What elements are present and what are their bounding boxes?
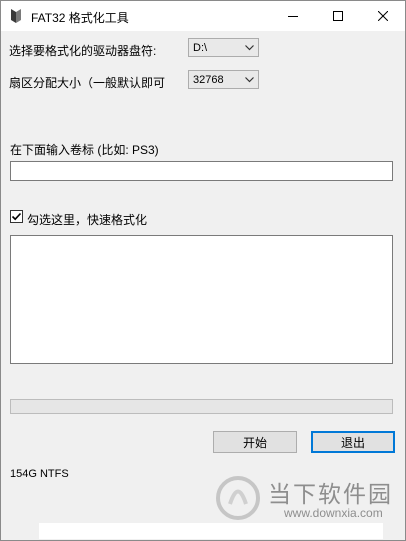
close-button[interactable] xyxy=(360,1,405,31)
bottom-strip xyxy=(39,523,383,539)
drive-select-value: D:\ xyxy=(193,42,208,54)
volume-label-input[interactable] xyxy=(10,161,393,181)
app-icon xyxy=(11,9,21,23)
minimize-icon xyxy=(287,16,298,17)
sector-select[interactable]: 32768 xyxy=(188,70,259,89)
chevron-down-icon xyxy=(245,77,254,83)
title-bar: FAT32 格式化工具 xyxy=(1,1,405,31)
sector-label: 扇区分配大小（一般默认即可 xyxy=(9,76,166,90)
quick-format-checkbox[interactable] xyxy=(10,210,23,223)
app-window: FAT32 格式化工具 选择要格式化的驱动器盘符: D:\ 扇区分配大小（一般默… xyxy=(0,0,406,541)
watermark: 当下软件园 www.downxia.com xyxy=(216,471,396,527)
window-title: FAT32 格式化工具 xyxy=(31,11,129,25)
progress-bar xyxy=(10,399,393,414)
log-output[interactable] xyxy=(10,235,393,364)
watermark-logo-icon xyxy=(216,476,260,520)
start-button[interactable]: 开始 xyxy=(213,431,297,453)
chevron-down-icon xyxy=(245,45,254,51)
watermark-url: www.downxia.com xyxy=(284,506,383,520)
checkmark-icon xyxy=(11,212,22,221)
drive-label: 选择要格式化的驱动器盘符: xyxy=(9,44,157,58)
maximize-icon xyxy=(332,11,343,21)
status-text: 154G NTFS xyxy=(10,468,69,480)
quick-format-label: 勾选这里，快速格式化 xyxy=(27,213,148,227)
maximize-button[interactable] xyxy=(315,1,360,31)
exit-button[interactable]: 退出 xyxy=(311,431,395,453)
volume-label: 在下面输入卷标 (比如: PS3) xyxy=(10,143,159,157)
minimize-button[interactable] xyxy=(270,1,315,31)
drive-select[interactable]: D:\ xyxy=(188,38,259,57)
sector-select-value: 32768 xyxy=(193,74,224,86)
close-icon xyxy=(377,11,388,21)
watermark-title: 当下软件园 xyxy=(268,481,393,507)
